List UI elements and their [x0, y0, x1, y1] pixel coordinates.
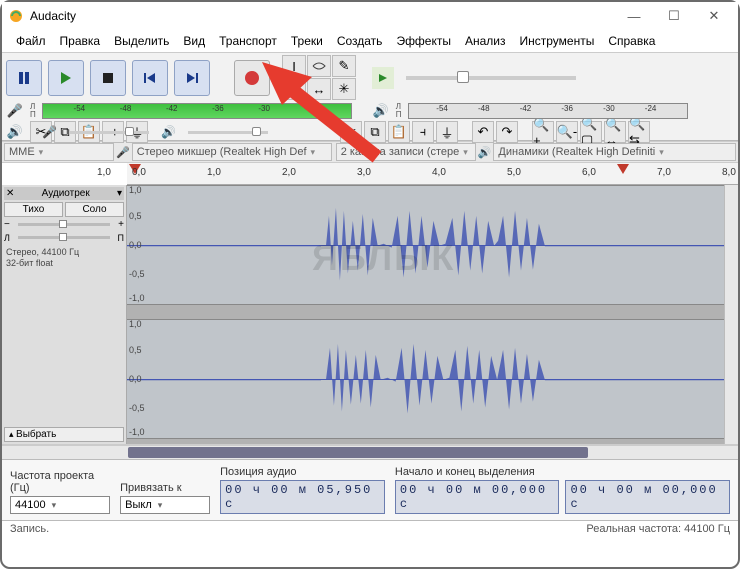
recording-channels-select[interactable]: 2 канала записи (стере▾	[336, 143, 476, 161]
menu-edit[interactable]: Правка	[54, 32, 107, 50]
zoom-toggle-button[interactable]: 🔍⇆	[628, 121, 650, 143]
selection-end-field[interactable]: 00 ч 00 м 00,000 с	[565, 480, 730, 514]
zoom-tool-button[interactable]: 🔍	[282, 78, 306, 100]
mute-button[interactable]: Тихо	[4, 202, 63, 217]
speaker-out-icon: 🔊	[6, 124, 24, 140]
audio-position-label: Позиция аудио	[220, 466, 385, 478]
playback-speed-slider[interactable]	[406, 76, 576, 80]
play-at-speed-button[interactable]	[372, 67, 394, 89]
draw-tool-button[interactable]: ✎	[332, 55, 356, 77]
selection-start-field[interactable]: 00 ч 00 м 00,000 с	[395, 480, 560, 514]
track-area: ✕Аудиотрек▾ Тихо Соло −+ ЛП Стерео, 4410…	[2, 185, 738, 445]
selection-tool-button[interactable]: I	[282, 55, 306, 77]
vertical-scrollbar[interactable]	[724, 185, 738, 444]
window-maximize-button[interactable]: ☐	[656, 5, 692, 27]
track-close-button[interactable]: ✕	[6, 188, 14, 199]
title-bar: Audacity — ☐ ✕	[2, 2, 738, 30]
selection-toolbar: Частота проекта (Гц) 44100▾ Привязать к …	[2, 459, 738, 520]
snap-to-select[interactable]: Выкл▾	[120, 496, 210, 514]
skip-start-button[interactable]	[132, 60, 168, 96]
status-bar: Запись. Реальная частота: 44100 Гц	[2, 520, 738, 537]
window-close-button[interactable]: ✕	[696, 5, 732, 27]
play-button[interactable]	[48, 60, 84, 96]
device-toolbar: MME▾ 🎤 Стерео микшер (Realtek High Def▾ …	[2, 141, 738, 163]
menu-select[interactable]: Выделить	[108, 32, 175, 50]
mic-device-icon: 🎤	[116, 146, 130, 159]
snap-to-label: Привязать к	[120, 482, 210, 494]
solo-button[interactable]: Соло	[65, 202, 124, 217]
audio-position-field[interactable]: 00 ч 00 м 05,950 с	[220, 480, 385, 514]
redo-button[interactable]: ↷	[496, 121, 518, 143]
speaker-vol-icon: 🔊	[161, 125, 176, 139]
gain-slider[interactable]	[18, 223, 110, 226]
channel-right[interactable]	[127, 319, 724, 439]
selection-label: Начало и конец выделения	[395, 466, 730, 478]
pan-slider[interactable]	[18, 236, 110, 239]
transport-toolbar: I ✎ 🔍 ↔ ✳	[2, 53, 738, 102]
timeshift-tool-button[interactable]: ↔	[307, 78, 331, 100]
menu-view[interactable]: Вид	[177, 32, 211, 50]
skip-end-button[interactable]	[174, 60, 210, 96]
pause-button[interactable]	[6, 60, 42, 96]
menu-transport[interactable]: Транспорт	[213, 32, 283, 50]
status-left: Запись.	[10, 523, 49, 535]
track-format-info: Стерео, 44100 Гц 32-бит float	[4, 245, 124, 271]
tools-toolbar: I ✎ 🔍 ↔ ✳	[282, 55, 356, 100]
audio-host-select[interactable]: MME▾	[4, 143, 114, 161]
copy-button-2[interactable]: ⧉	[364, 121, 386, 143]
zoom-fit-sel-button[interactable]: 🔍▢	[580, 121, 602, 143]
mic-icon: 🎤	[6, 103, 24, 119]
menu-generate[interactable]: Создать	[331, 32, 389, 50]
recording-volume-slider[interactable]	[69, 131, 149, 134]
trim-button-2[interactable]: ⫞	[412, 121, 434, 143]
cut-button-2[interactable]: ✂	[340, 121, 362, 143]
window-title: Audacity	[30, 9, 616, 23]
playback-meter[interactable]: -54 -48 -42 -36 -30 -24	[408, 103, 688, 119]
track-select-button[interactable]: ▴ Выбрать	[4, 427, 124, 442]
recording-meter[interactable]: -54 -48 -42 -36 -30 -24	[42, 103, 352, 119]
recording-meter-toolbar: 🎤 ЛП -54 -48 -42 -36 -30 -24 🔊 ЛП -54 -4…	[2, 102, 738, 120]
playback-volume-slider[interactable]	[188, 131, 268, 134]
silence-button-2[interactable]: ⏚	[436, 121, 458, 143]
menu-tools[interactable]: Инструменты	[514, 32, 601, 50]
zoom-out-button[interactable]: 🔍-	[556, 121, 578, 143]
menu-bar: Файл Правка Выделить Вид Транспорт Треки…	[2, 30, 738, 52]
window-minimize-button[interactable]: —	[616, 5, 652, 27]
project-rate-select[interactable]: 44100▾	[10, 496, 110, 514]
zoom-in-button[interactable]: 🔍+	[532, 121, 554, 143]
paste-button-2[interactable]: 📋	[388, 121, 410, 143]
horizontal-scrollbar[interactable]	[2, 445, 738, 459]
menu-effect[interactable]: Эффекты	[390, 32, 457, 50]
envelope-tool-button[interactable]	[307, 55, 331, 77]
playhead-marker[interactable]	[617, 164, 629, 174]
menu-file[interactable]: Файл	[10, 32, 52, 50]
menu-help[interactable]: Справка	[602, 32, 661, 50]
app-logo-icon	[8, 8, 24, 24]
toolbar-area: I ✎ 🔍 ↔ ✳ 🎤 ЛП -54 -48 -42 -36 -30 -24 🔊…	[2, 52, 738, 141]
stop-button[interactable]	[90, 60, 126, 96]
record-button[interactable]	[234, 60, 270, 96]
recording-device-select[interactable]: Стерео микшер (Realtek High Def▾	[132, 143, 332, 161]
project-rate-label: Частота проекта (Гц)	[10, 470, 110, 494]
status-right: Реальная частота: 44100 Гц	[586, 523, 730, 535]
undo-button[interactable]: ↶	[472, 121, 494, 143]
track-control-panel: ✕Аудиотрек▾ Тихо Соло −+ ЛП Стерео, 4410…	[2, 185, 127, 444]
zoom-fit-button[interactable]: 🔍↔	[604, 121, 626, 143]
menu-tracks[interactable]: Треки	[285, 32, 329, 50]
menu-analyze[interactable]: Анализ	[459, 32, 512, 50]
playback-device-select[interactable]: Динамики (Realtek High Definiti▾	[493, 143, 736, 161]
track-menu-chevron[interactable]: ▾	[117, 188, 122, 199]
multi-tool-button[interactable]: ✳	[332, 78, 356, 100]
channel-left[interactable]	[127, 185, 724, 305]
mic-vol-icon: 🎤	[42, 125, 57, 139]
speaker-device-icon: 🔊	[478, 146, 492, 159]
timeline-ruler[interactable]: 1,0 0,0 1,0 2,0 3,0 4,0 5,0 6,0 7,0 8,0	[127, 163, 738, 185]
speaker-icon: 🔊	[372, 103, 390, 119]
waveform-display[interactable]: 1,0 0,5 0,0 -0,5 -1,0 1,0 0,5 0,0 -0,5 -…	[127, 185, 724, 444]
